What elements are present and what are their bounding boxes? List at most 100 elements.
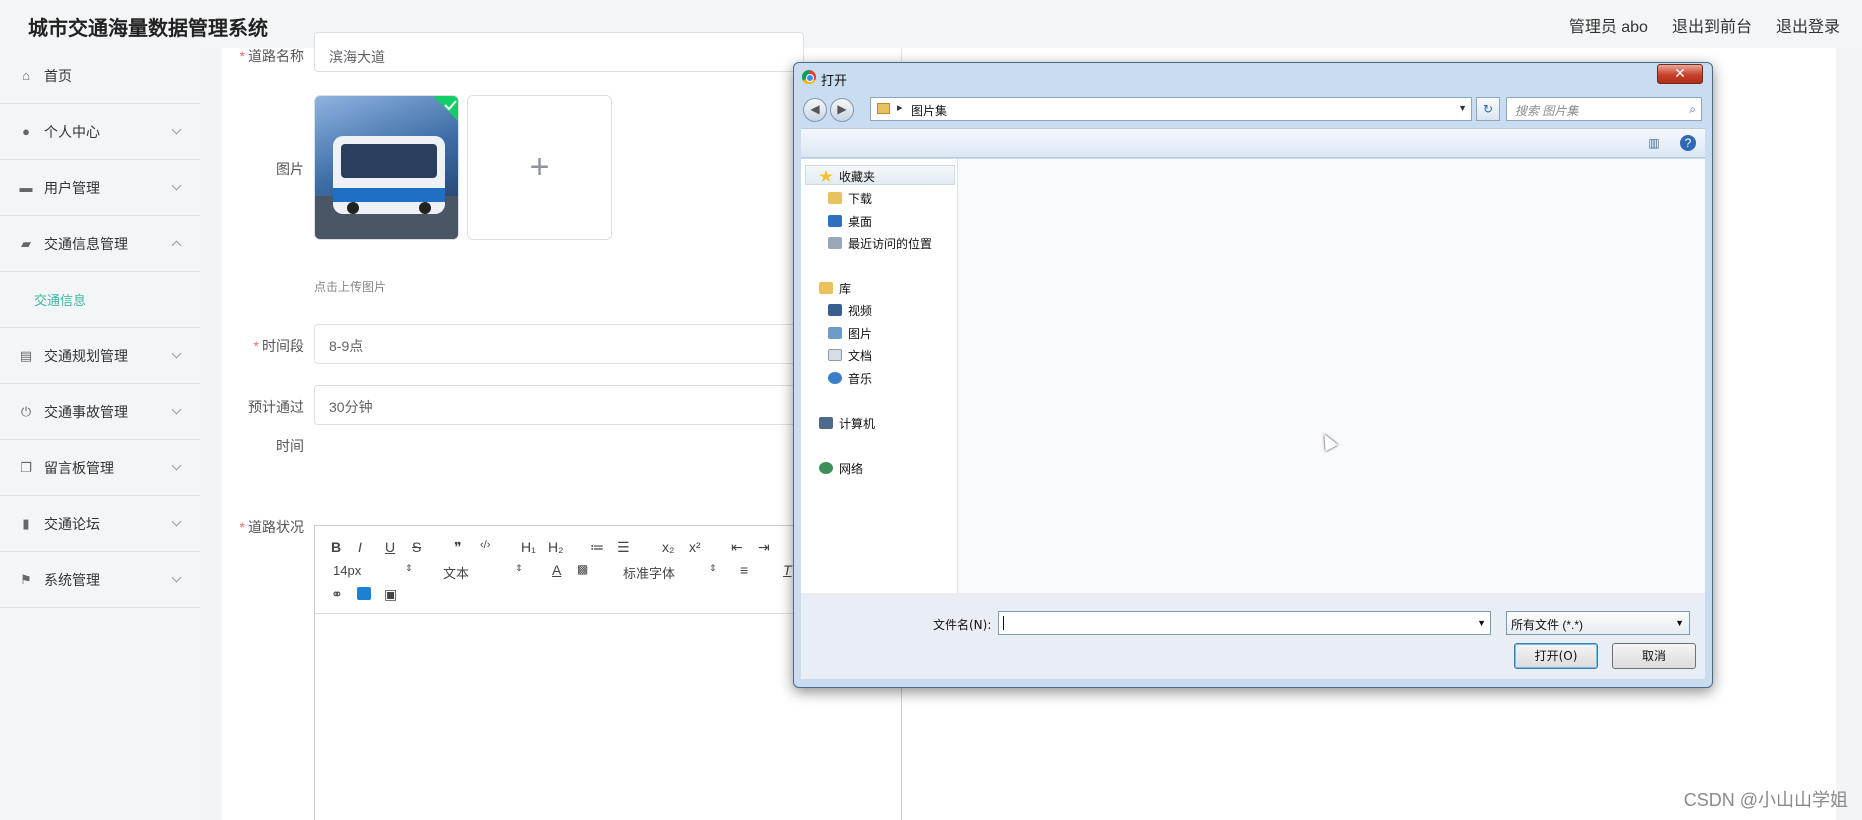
refresh-button[interactable]: ↻	[1476, 97, 1500, 121]
file-list-pane[interactable]	[958, 159, 1705, 593]
sidebar-item-label: 系统管理	[44, 571, 100, 588]
expected-pass-label: 预计通过	[248, 399, 304, 415]
expected-pass-time-input[interactable]: 30分钟	[314, 385, 804, 425]
heading2-button[interactable]: H₂	[548, 539, 564, 555]
search-icon[interactable]: ⌕	[1689, 102, 1696, 117]
help-icon[interactable]: ?	[1680, 135, 1696, 151]
sidebar-item-label: 个人中心	[44, 123, 100, 140]
nav-pictures[interactable]: 图片	[828, 325, 872, 342]
nav-computer[interactable]: 计算机	[819, 415, 875, 432]
sidebar-item-personal-center[interactable]: ● 个人中心	[0, 104, 200, 160]
sidebar-item-label: 用户管理	[44, 179, 100, 196]
nav-documents[interactable]: 文档	[828, 347, 872, 364]
nav-favorites[interactable]: 收藏夹	[819, 168, 875, 185]
top-actions: 管理员 abo 退出到前台 退出登录	[1569, 13, 1840, 37]
chevron-down-icon	[171, 348, 182, 359]
chevron-down-icon	[171, 404, 182, 415]
back-button[interactable]: ◀	[803, 98, 827, 122]
upload-add-button[interactable]: +	[467, 95, 612, 240]
dropdown-arrow-icon[interactable]: ▼	[1477, 618, 1486, 628]
star-icon	[819, 170, 833, 182]
image-icon[interactable]	[357, 587, 371, 600]
mouse-cursor-icon	[1318, 430, 1338, 452]
nav-recent-places[interactable]: 最近访问的位置	[828, 235, 932, 252]
indent-button[interactable]: ⇥	[758, 539, 770, 556]
nav-desktop[interactable]: 桌面	[828, 213, 872, 230]
nav-network[interactable]: 网络	[819, 460, 863, 477]
open-button[interactable]: 打开(O)	[1514, 643, 1598, 669]
chat-icon: ▬	[19, 180, 33, 195]
font-size-select[interactable]: 14px ⇕	[333, 563, 413, 578]
nav-library[interactable]: 库	[819, 280, 851, 297]
sidebar-item-system-management[interactable]: ⚑ 系统管理	[0, 552, 200, 608]
time-period-input[interactable]: 8-9点	[314, 324, 804, 364]
network-icon	[819, 462, 833, 474]
home-icon: ⌂	[22, 68, 30, 83]
video-icon[interactable]: ▣	[384, 586, 397, 603]
sidebar-item-accident-management[interactable]: ⏻ 交通事故管理	[0, 384, 200, 440]
italic-button[interactable]: I	[358, 539, 362, 555]
filename-input[interactable]: ▼	[998, 611, 1491, 635]
link-icon[interactable]: ⚭	[331, 586, 343, 603]
underline-button[interactable]: U	[385, 539, 395, 555]
back-to-front-link[interactable]: 退出到前台	[1672, 13, 1752, 37]
sidebar-item-label: 交通事故管理	[44, 403, 128, 420]
cancel-button[interactable]: 取消	[1612, 643, 1696, 669]
dialog-bottom-bar: 文件名(N): ▼ 所有文件 (*.*) ▼ 打开(O) 取消	[801, 593, 1705, 679]
watermark: CSDN @小山山学姐	[1683, 790, 1848, 810]
sidebar-item-home[interactable]: ⌂ 首页	[0, 48, 200, 104]
chevron-down-icon	[171, 124, 182, 135]
nav-downloads[interactable]: 下载	[828, 190, 872, 207]
music-icon	[828, 372, 842, 384]
outdent-button[interactable]: ⇤	[731, 539, 743, 556]
heading1-button[interactable]: H₁	[521, 539, 536, 555]
sidebar-item-label: 首页	[44, 67, 72, 84]
bullet-list-button[interactable]: ☰	[617, 539, 630, 556]
sidebar-subitem-traffic-info[interactable]: 交通信息	[0, 272, 200, 328]
bar-chart-icon: ▮	[22, 515, 30, 531]
code-block-button[interactable]: ‹/›	[480, 539, 490, 551]
dropdown-arrow-icon[interactable]: ▼	[1458, 103, 1467, 113]
text-type-select[interactable]: 文本 ⇕	[443, 563, 523, 582]
background-color-icon[interactable]: ▩	[577, 562, 588, 576]
superscript-button[interactable]: x²	[689, 539, 701, 555]
sidebar-item-traffic-planning[interactable]: ▤ 交通规划管理	[0, 328, 200, 384]
close-button[interactable]: ✕	[1657, 64, 1703, 84]
forward-button[interactable]: ▶	[830, 98, 854, 122]
chrome-icon	[802, 70, 816, 84]
blockquote-button[interactable]: ❞	[454, 539, 462, 556]
nav-music[interactable]: 音乐	[828, 370, 872, 387]
sidebar-item-traffic-info-management[interactable]: ▰ 交通信息管理	[0, 216, 200, 272]
subscript-button[interactable]: x₂	[662, 539, 674, 555]
font-color-icon[interactable]: A	[552, 562, 561, 578]
time-period-label: * 时间段	[253, 338, 304, 354]
search-input[interactable]: 搜索 图片集 ⌕	[1506, 97, 1702, 121]
uploaded-image-thumbnail[interactable]	[314, 95, 459, 240]
chevron-down-icon	[171, 572, 182, 583]
power-icon: ⏻	[20, 403, 32, 419]
address-bar[interactable]: ▸ 图片集 ▼	[870, 97, 1472, 121]
road-name-input[interactable]: 滨海大道	[314, 32, 804, 72]
sidebar-item-label: 交通论坛	[44, 515, 100, 532]
road-status-label: * 道路状况	[239, 519, 304, 535]
sidebar-item-traffic-forum[interactable]: ▮ 交通论坛	[0, 496, 200, 552]
sidebar-item-message-board[interactable]: ❐ 留言板管理	[0, 440, 200, 496]
file-open-dialog: 打开 ✕ ◀ ▶ ▸ 图片集 ▼ ↻ 搜索 图片集 ⌕ ▥ ? 收藏夹 下载 桌…	[793, 62, 1713, 688]
logout-link[interactable]: 退出登录	[1776, 13, 1840, 37]
sidebar-item-user-management[interactable]: ▬ 用户管理	[0, 160, 200, 216]
nav-videos[interactable]: 视频	[828, 302, 872, 319]
ordered-list-button[interactable]: ≔	[590, 539, 604, 556]
clear-format-icon[interactable]: T	[783, 562, 792, 578]
preview-pane-icon[interactable]: ▥	[1645, 135, 1663, 151]
computer-icon	[819, 417, 833, 429]
strikethrough-button[interactable]: S	[412, 539, 421, 555]
align-icon[interactable]: ≡	[740, 562, 748, 578]
text-caret	[1003, 616, 1004, 630]
font-family-select[interactable]: 标准字体 ⇕	[623, 563, 717, 582]
expected-pass-label-2: 时间	[276, 438, 304, 454]
chevron-down-icon	[171, 516, 182, 527]
select-arrows-icon: ⇕	[515, 563, 523, 573]
bold-button[interactable]: B	[331, 539, 341, 555]
admin-user-label[interactable]: 管理员 abo	[1569, 13, 1648, 37]
file-type-select[interactable]: 所有文件 (*.*) ▼	[1506, 611, 1690, 635]
